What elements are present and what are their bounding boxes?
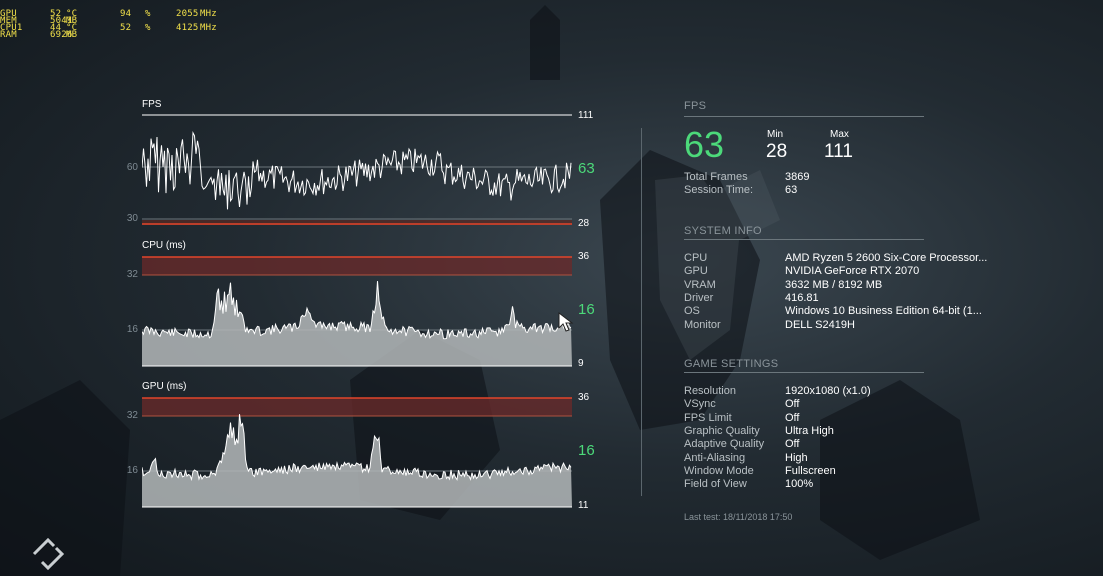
osd-u1: MB <box>66 30 78 40</box>
cpu-current-label: 16 <box>578 301 595 318</box>
system-info-label: Monitor <box>684 318 721 331</box>
system-info-label: VRAM <box>684 278 716 291</box>
cpu-graph-title: CPU (ms) <box>142 240 186 251</box>
game-setting-value: High <box>785 451 808 464</box>
fps-current-value: 63 <box>684 124 725 165</box>
osd-v3: 4125 <box>176 23 199 33</box>
gpu-threshold-band <box>142 398 572 416</box>
game-setting-value: 1920x1080 (x1.0) <box>785 385 871 397</box>
game-setting-label: Anti-Aliasing <box>684 451 746 464</box>
game-setting-value: Off <box>785 438 800 451</box>
game-setting-value: Off <box>785 398 800 411</box>
system-info-label: Driver <box>684 291 714 304</box>
game-settings-title: GAME SETTINGS <box>684 358 779 370</box>
game-setting-label: Window Mode <box>684 464 754 477</box>
performance-osd: GPU 52 °C 94% 2055 MHz MEM 5041 MB CPU1 44 °C 52% 412… <box>0 9 240 40</box>
fps-stat-value: 63 <box>785 184 798 196</box>
cpu-axis-tick: 32 <box>126 269 138 280</box>
system-info-value: NVIDIA GeForce RTX 2070 <box>785 265 920 278</box>
game-setting-value: Off <box>785 411 800 424</box>
system-info-title: SYSTEM INFO <box>684 225 762 237</box>
gpu-axis-tick: 32 <box>126 410 138 421</box>
game-setting-label: FPS Limit <box>684 411 732 424</box>
gpu-series-area <box>142 414 572 507</box>
fps-max-value: 111 <box>824 141 853 162</box>
osd-v3: 2055 <box>176 9 199 19</box>
osd-u2: % <box>145 9 151 19</box>
gpu-graph <box>142 395 572 509</box>
system-info-value: 416.81 <box>785 291 819 304</box>
gpu-axis-tick: 16 <box>126 465 138 476</box>
fps-stat-value: 3869 <box>785 171 810 183</box>
game-setting-label: Adaptive Quality <box>684 438 765 451</box>
gpu-graph-title: GPU (ms) <box>142 381 187 392</box>
game-logo-icon[interactable] <box>30 536 66 572</box>
game-setting-label: VSync <box>684 398 716 411</box>
cpu-threshold-band <box>142 257 572 275</box>
osd-row: CPU1 44 °C 52% 4125 MHz <box>0 23 240 33</box>
fps-min-value: 28 <box>766 141 788 162</box>
system-info-value: DELL S2419H <box>785 318 855 331</box>
osd-row: GPU 52 °C 94% 2055 MHz <box>0 9 240 19</box>
game-setting-label: Field of View <box>684 478 747 491</box>
fps-max-label: Max <box>830 129 849 140</box>
osd-u2: % <box>145 23 151 33</box>
osd-v2: 94 <box>120 9 132 19</box>
cpu-min-label: 9 <box>578 358 584 369</box>
cpu-series-area <box>142 281 572 366</box>
system-info-label: GPU <box>684 265 708 278</box>
fps-current-label: 63 <box>578 160 595 177</box>
system-info-value: AMD Ryzen 5 2600 Six-Core Processor... <box>785 252 988 264</box>
osd-v2: 52 <box>120 23 132 33</box>
fps-graph-title: FPS <box>142 99 162 110</box>
cpu-max-label: 36 <box>578 251 590 262</box>
game-setting-value: 100% <box>785 478 814 491</box>
fps-stat-label: Session Time: <box>684 184 754 196</box>
game-setting-label: Graphic Quality <box>684 424 760 437</box>
game-setting-value: Fullscreen <box>785 464 836 477</box>
fps-axis-tick: 30 <box>126 213 138 224</box>
section-divider <box>684 372 924 373</box>
system-info-value: 3632 MB / 8192 MB <box>785 278 883 291</box>
section-divider <box>684 116 924 117</box>
fps-stat-label: Total Frames <box>684 171 748 183</box>
fps-section-title: FPS <box>684 100 707 112</box>
osd-u3: MHz <box>200 23 217 33</box>
fps-graph <box>142 114 572 228</box>
system-info-label: CPU <box>684 252 708 264</box>
osd-u3: MHz <box>200 9 217 19</box>
fps-axis-tick: 60 <box>126 162 138 173</box>
fps-series-line <box>142 131 572 210</box>
osd-label: RAM <box>0 30 17 40</box>
system-info-label: OS <box>684 305 700 318</box>
system-info-value: Windows 10 Business Edition 64-bit (1... <box>785 305 982 318</box>
last-test-timestamp: Last test: 18/11/2018 17:50 <box>684 512 793 522</box>
game-setting-value: Ultra High <box>785 424 834 437</box>
gpu-current-label: 16 <box>578 442 595 459</box>
cpu-axis-tick: 16 <box>126 324 138 335</box>
panel-divider <box>641 128 642 496</box>
fps-min-label: 28 <box>578 218 590 229</box>
game-setting-label: Resolution <box>684 385 736 397</box>
fps-max-label: 111 <box>578 110 594 121</box>
cpu-graph <box>142 254 572 368</box>
gpu-min-label: 11 <box>578 500 589 511</box>
mouse-cursor-icon <box>558 312 574 332</box>
gpu-max-label: 36 <box>578 392 590 403</box>
fps-min-label: Min <box>767 129 784 140</box>
osd-row: RAM 6926 MB <box>0 30 240 40</box>
section-divider <box>684 239 924 240</box>
